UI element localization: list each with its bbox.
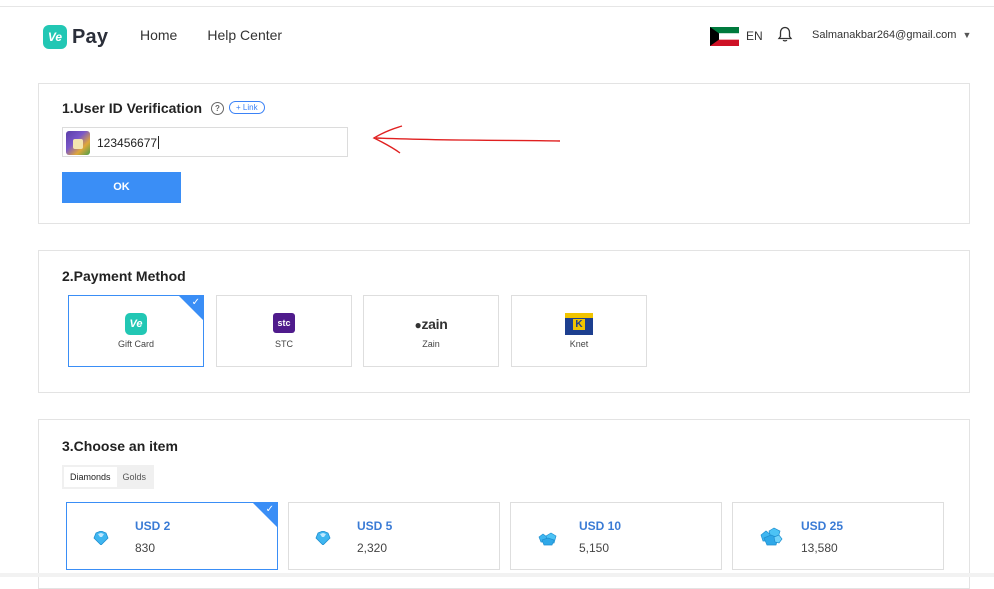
item-card-usd-10[interactable]: USD 10 5,150 [510, 502, 722, 570]
chevron-down-icon: ▼ [962, 30, 972, 40]
item-amount: 5,150 [579, 541, 610, 555]
language-selector[interactable]: EN [746, 29, 763, 43]
text-cursor [158, 136, 160, 149]
knet-logo-icon: K [565, 313, 593, 335]
payment-zain[interactable]: ●zain Zain [363, 295, 499, 367]
payment-knet[interactable]: K Knet [511, 295, 647, 367]
user-id-value: 123456677 [97, 136, 160, 150]
item-amount: 13,580 [801, 541, 838, 555]
red-arrow-annotation-icon [372, 125, 561, 154]
tab-golds[interactable]: Golds [117, 467, 153, 487]
payment-label-gift-card: Gift Card [117, 339, 154, 349]
tab-diamonds[interactable]: Diamonds [64, 467, 117, 487]
game-avatar-icon [66, 131, 90, 155]
payment-method-section: 2.Payment Method Ve Gift Card ✓ stc STC … [38, 250, 970, 393]
diamond-icon [315, 531, 331, 545]
help-icon[interactable]: ? [211, 102, 224, 115]
item-price: USD 5 [357, 519, 393, 533]
bell-icon[interactable] [777, 26, 793, 43]
diamond-pile-icon [538, 532, 557, 546]
kuwait-flag-icon[interactable] [710, 27, 739, 46]
check-icon: ✓ [265, 504, 274, 515]
item-price: USD 2 [135, 519, 171, 533]
payment-label-zain: Zain [422, 339, 440, 349]
item-card-usd-25[interactable]: USD 25 13,580 [732, 502, 944, 570]
section-title-items: 3.Choose an item [62, 438, 178, 454]
check-icon: ✓ [191, 297, 200, 308]
section-title-verification: 1.User ID Verification [62, 100, 203, 116]
nav-home[interactable]: Home [140, 27, 177, 43]
link-button[interactable]: + Link [229, 101, 265, 114]
payment-label-knet: Knet [569, 339, 589, 349]
item-card-usd-2[interactable]: USD 2 830 ✓ [66, 502, 278, 570]
account-email: Salmanakbar264@gmail.com [812, 29, 957, 41]
top-divider [0, 6, 994, 7]
account-menu[interactable]: Salmanakbar264@gmail.com ▼ [812, 29, 971, 41]
main-nav: Home Help Center [140, 27, 282, 43]
vepay-logo-badge: Ve [43, 25, 67, 49]
payment-label-stc: STC [275, 339, 293, 349]
section-title-payment: 2.Payment Method [62, 268, 186, 284]
zain-logo-icon: ●zain [414, 316, 448, 332]
nav-help-center[interactable]: Help Center [207, 27, 282, 43]
item-price: USD 25 [801, 519, 844, 533]
choose-item-section: 3.Choose an item Diamonds Golds USD 2 83… [38, 419, 970, 589]
item-amount: 2,320 [357, 541, 388, 555]
vepay-gift-card-icon: Ve [125, 313, 147, 335]
diamond-heap-icon [760, 527, 783, 546]
header: Ve Pay Home Help Center EN Salmanakbar26… [0, 8, 994, 64]
ok-button[interactable]: OK [62, 172, 181, 203]
item-price: USD 10 [579, 519, 622, 533]
user-id-input[interactable]: 123456677 [62, 127, 348, 157]
vepay-logo-text: Pay [72, 25, 109, 48]
bottom-scroll-edge [0, 573, 994, 577]
diamond-icon [93, 531, 109, 545]
payment-gift-card[interactable]: Ve Gift Card ✓ [68, 295, 204, 367]
item-card-usd-5[interactable]: USD 5 2,320 [288, 502, 500, 570]
vepay-logo[interactable]: Ve Pay [43, 25, 108, 49]
stc-logo-icon: stc [273, 313, 295, 333]
payment-stc[interactable]: stc STC [216, 295, 352, 367]
item-tabs: Diamonds Golds [62, 465, 155, 489]
item-amount: 830 [135, 541, 156, 555]
